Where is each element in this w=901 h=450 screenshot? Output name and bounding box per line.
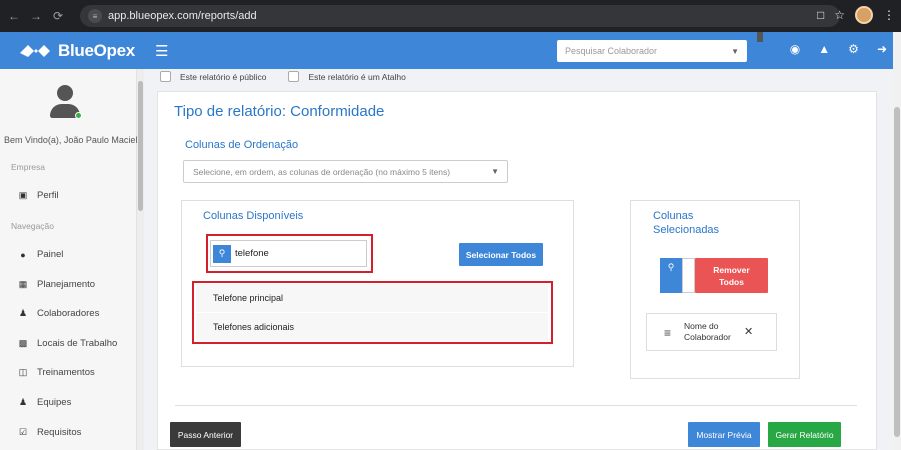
training-icon: ◫ — [18, 367, 28, 377]
address-bar[interactable]: ≡ app.blueopex.com/reports/add — [80, 5, 840, 27]
forward-arrow-icon[interactable]: → — [28, 8, 44, 24]
shortcut-checkbox-label: Este relatório é um Atalho — [308, 71, 406, 82]
generate-report-button[interactable]: Gerar Relatório — [768, 422, 841, 447]
sidebar-item-equipes[interactable]: ♟ Equipes — [17, 397, 71, 408]
users-icon: ♟ — [18, 308, 28, 318]
selected-title-line1: Colunas — [653, 210, 694, 222]
selected-columns-title: Colunas Selecionadas — [653, 209, 719, 237]
online-status-dot — [75, 112, 82, 119]
sidebar-item-perfil[interactable]: ▣ Perfil — [17, 190, 59, 201]
selected-title-line2: Selecionadas — [653, 224, 720, 236]
selected-item-nome-colaborador[interactable]: ≡ Nome do Colaborador ✕ — [646, 313, 777, 351]
user-avatar[interactable] — [50, 85, 82, 121]
team-icon: ♟ — [18, 397, 28, 407]
chevron-down-icon: ▼ — [731, 46, 739, 56]
brand-logo[interactable]: BlueOpex — [18, 41, 135, 61]
sidebar-item-locais[interactable]: ▩ Locais de Trabalho — [17, 338, 118, 349]
site-info-icon[interactable]: ≡ — [88, 9, 102, 23]
sidebar: Bem Vindo(a), João Paulo Maciel Empresa … — [0, 69, 137, 450]
collaborator-search-placeholder: Pesquisar Colaborador — [565, 46, 658, 56]
shortcut-checkbox[interactable] — [288, 71, 300, 82]
sidebar-item-label: Painel — [37, 249, 64, 260]
header-divider — [757, 32, 763, 42]
sidebar-item-label: Planejamento — [37, 279, 96, 290]
ordering-select[interactable]: Selecione, em ordem, as colunas de orden… — [183, 160, 508, 183]
sidebar-item-label: Colaboradores — [37, 308, 100, 319]
page-title: Tipo de relatório: Conformidade — [174, 103, 385, 120]
selected-item-label: Nome do Colaborador — [684, 321, 731, 342]
menu-kebab-icon[interactable]: ⋮ — [883, 8, 895, 22]
highlight-search-box — [206, 234, 373, 273]
logo-mark-icon — [18, 41, 52, 61]
url-text: app.blueopex.com/reports/add — [108, 10, 257, 22]
chevron-down-icon: ▼ — [491, 167, 499, 176]
profile-avatar[interactable] — [855, 6, 873, 24]
notification-bell-icon[interactable]: ▲ — [818, 42, 830, 56]
logout-icon[interactable]: ➜ — [877, 42, 887, 56]
sidebar-item-colaboradores[interactable]: ♟ Colaboradores — [17, 308, 99, 319]
search-icon: ⚲ — [667, 262, 675, 272]
building-icon: ▩ — [18, 338, 28, 348]
remove-all-line1: Remover — [713, 264, 750, 275]
sidebar-item-planejamento[interactable]: ▦ Planejamento — [17, 279, 95, 290]
selected-search-input[interactable] — [682, 258, 695, 293]
public-checkbox[interactable] — [160, 71, 171, 82]
previous-step-button[interactable]: Passo Anterior — [170, 422, 241, 447]
ordering-placeholder: Selecione, em ordem, as colunas de orden… — [193, 166, 451, 177]
section-label-company: Empresa — [11, 162, 46, 172]
collaborator-search-select[interactable]: Pesquisar Colaborador ▼ — [557, 40, 747, 62]
sidebar-item-treinamentos[interactable]: ◫ Treinamentos — [17, 367, 95, 378]
show-preview-button[interactable]: Mostrar Prévia — [688, 422, 760, 447]
sidebar-item-label: Perfil — [37, 190, 59, 201]
sidebar-item-label: Treinamentos — [37, 367, 95, 378]
brand-name: BlueOpex — [58, 40, 135, 60]
welcome-text: Bem Vindo(a), João Paulo Maciel — [4, 135, 138, 145]
sidebar-item-label: Requisitos — [37, 427, 82, 438]
hamburger-menu-icon[interactable]: ☰ — [155, 42, 168, 60]
selected-search-button[interactable]: ⚲ — [660, 258, 682, 293]
browser-toolbar: ← → ⟳ ≡ app.blueopex.com/reports/add □ ☆… — [0, 0, 901, 32]
reload-icon[interactable]: ⟳ — [50, 8, 66, 24]
public-checkbox-label: Este relatório é público — [180, 71, 267, 82]
footer-divider — [175, 405, 857, 406]
main-scrollbar[interactable] — [893, 32, 901, 450]
available-columns-title: Colunas Disponíveis — [203, 210, 304, 222]
section-label-nav: Navegação — [11, 221, 55, 231]
cast-icon[interactable]: □ — [817, 8, 824, 22]
sidebar-scrollbar[interactable] — [137, 69, 144, 450]
remove-all-line2: Todos — [719, 276, 744, 287]
remove-all-button[interactable]: Remover Todos — [695, 258, 768, 293]
ordering-label: Colunas de Ordenação — [185, 139, 299, 151]
calendar-icon: ▦ — [18, 279, 28, 289]
support-headset-icon[interactable]: ◉ — [790, 42, 800, 56]
remove-item-close-icon[interactable]: ✕ — [744, 325, 753, 338]
sidebar-item-painel[interactable]: ● Painel — [17, 249, 63, 260]
sidebar-item-requisitos[interactable]: ☑ Requisitos — [17, 427, 81, 438]
briefcase-icon: ▣ — [18, 190, 28, 200]
back-arrow-icon[interactable]: ← — [6, 8, 22, 24]
bookmark-star-icon[interactable]: ☆ — [834, 8, 845, 22]
select-all-button[interactable]: Selecionar Todos — [459, 243, 543, 266]
highlight-results-box — [192, 281, 553, 344]
dashboard-icon: ● — [20, 249, 26, 260]
sidebar-item-label: Locais de Trabalho — [37, 338, 118, 349]
settings-gear-icon[interactable]: ⚙ — [848, 42, 859, 56]
checkbox-icon: ☑ — [18, 427, 28, 437]
sidebar-item-label: Equipes — [37, 397, 72, 408]
drag-handle-icon[interactable]: ≡ — [664, 326, 671, 340]
